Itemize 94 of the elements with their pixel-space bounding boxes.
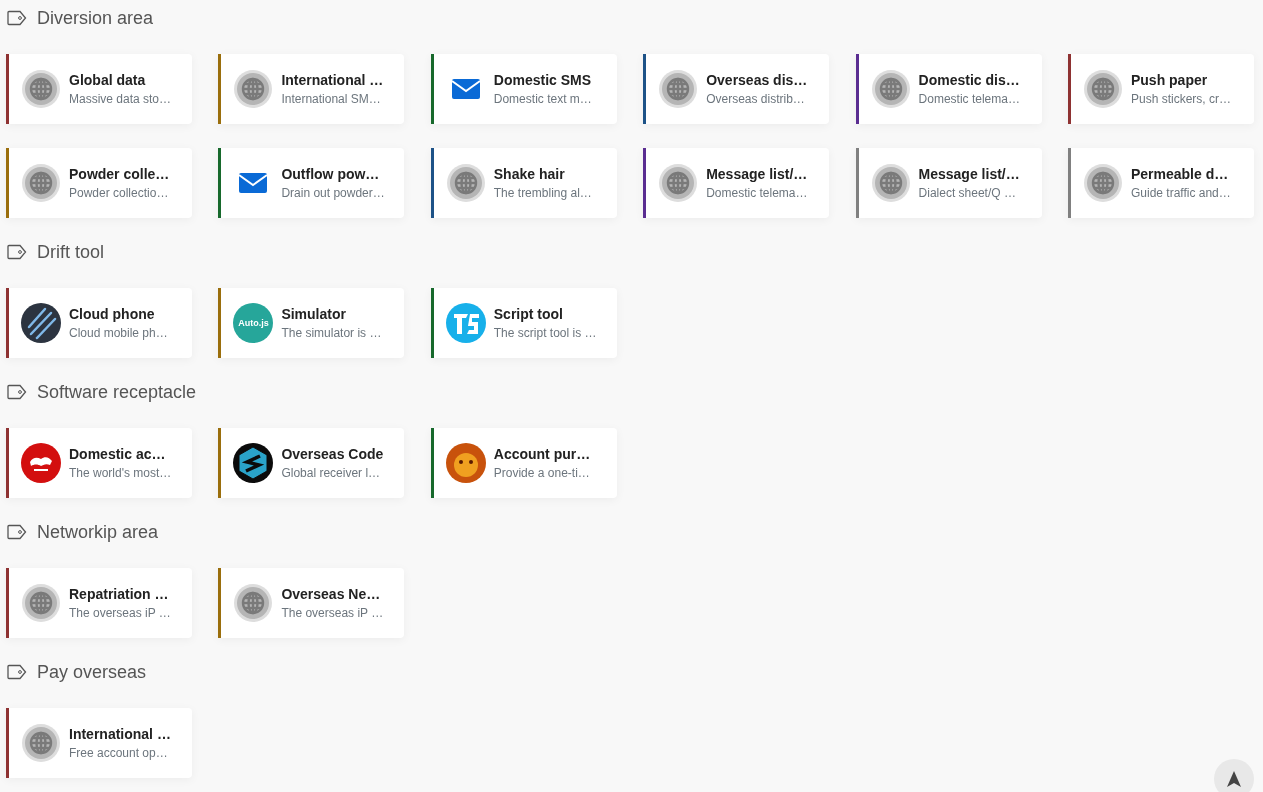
service-card[interactable]: Message list/… Domestic telema… [643,148,830,218]
globe-icon [21,583,61,623]
service-card[interactable]: Domestic dis… Domestic telema… [855,54,1042,124]
globe-icon [658,163,699,203]
card-description: The script tool is … [493,326,597,340]
service-card[interactable]: Script tool The script tool is … [430,288,617,358]
card-title: Message list/… [706,166,808,182]
globe-icon [870,69,911,109]
hexagon-logo-icon [233,443,274,483]
service-card[interactable]: Global data Massive data sto… [6,54,192,124]
card-description: Domestic telema… [706,186,808,200]
tag-icon [7,524,27,540]
tag-icon [7,10,27,26]
card-title: Overseas dis… [706,72,808,88]
card-title: Outflow pow… [281,166,381,182]
globe-icon [1082,163,1123,203]
card-description: Dialect sheet/Q … [918,186,1017,200]
service-card[interactable]: Outflow pow… Drain out powder… [218,148,405,218]
card-description: Powder collectio… [69,186,170,200]
section-title: Diversion area [37,7,154,29]
card-title: Repatriation … [69,586,170,602]
service-card[interactable]: Permeable d… Guide traffic and… [1067,148,1254,218]
card-title: Domestic dis… [918,72,1020,88]
service-card[interactable]: Cloud phone Cloud mobile ph… [6,288,192,358]
card-description: Provide a one-ti… [493,466,591,480]
section-title: Networkip area [37,521,159,543]
tiger-logo-icon [21,443,61,483]
card-title: Domestic ac… [69,446,167,462]
service-card[interactable]: Account pur… Provide a one-ti… [430,428,617,498]
card-description: Guide traffic and… [1130,186,1231,200]
card-description: Massive data sto… [69,92,172,106]
card-title: Permeable d… [1130,166,1230,182]
service-card[interactable]: Powder colle… Powder collectio… [6,148,192,218]
card-description: Global receiver l… [281,466,382,480]
service-card[interactable]: Overseas dis… Overseas distrib… [643,54,830,124]
tag-icon [7,384,27,400]
card-title: International … [69,726,171,742]
card-title: Script tool [493,306,564,322]
section-title: Drift tool [37,241,105,263]
card-description: The overseas iP … [281,606,384,620]
globe-icon [233,69,274,109]
app-logo-icon: Auto.js [233,303,274,343]
service-card[interactable]: Push paper Push stickers, cr… [1067,54,1254,124]
globe-icon [1082,69,1123,109]
service-card[interactable]: Overseas Code Global receiver l… [218,428,405,498]
ts-logo-icon [445,303,486,343]
card-description: The world's most… [69,466,172,480]
card-title: Account pur… [493,446,591,462]
card-description: International SM… [281,92,382,106]
card-title: Simulator [281,306,347,322]
card-title: Powder colle… [69,166,170,182]
globe-icon [445,163,486,203]
card-title: Overseas Ne… [281,586,382,602]
card-description: Overseas distrib… [706,92,806,106]
tag-icon [7,244,27,260]
service-card[interactable]: International … International SM… [218,54,405,124]
card-title: Overseas Code [281,446,384,462]
card-title: Message list/… [918,166,1020,182]
globe-icon [233,583,274,623]
arrow-up-icon [1227,771,1241,787]
card-description: Domestic text m… [493,92,592,106]
globe-icon [21,723,61,763]
card-description: Drain out powder… [281,186,385,200]
card-description: Domestic telema… [918,92,1020,106]
card-title: Push paper [1130,72,1209,88]
service-card[interactable]: Shake hair The trembling al… [430,148,617,218]
service-card[interactable]: Auto.js Simulator The simulator is … [218,288,405,358]
card-description: Push stickers, cr… [1130,92,1231,106]
card-description: The trembling al… [493,186,592,200]
service-card[interactable]: Overseas Ne… The overseas iP … [218,568,405,638]
back-to-top-button[interactable] [1214,759,1254,792]
photo-placeholder [445,443,486,483]
section-title: Software receptacle [37,381,197,403]
globe-icon [658,69,699,109]
service-card[interactable]: International … Free account op… [6,708,192,778]
card-description: The overseas iP … [69,606,171,620]
tag-icon [7,664,27,680]
card-title: Global data [69,72,147,88]
section-title: Pay overseas [37,661,147,683]
card-title: Cloud phone [69,306,156,322]
globe-icon [870,163,911,203]
globe-icon [21,69,61,109]
claw-marks-icon [21,303,61,343]
card-description: Free account op… [69,746,169,760]
card-description: Cloud mobile ph… [69,326,168,340]
service-card[interactable]: Repatriation … The overseas iP … [6,568,192,638]
service-card[interactable]: Message list/… Dialect sheet/Q … [855,148,1042,218]
card-title: Domestic SMS [493,72,592,88]
globe-icon [21,163,61,203]
service-card[interactable]: Domestic SMS Domestic text m… [430,54,617,124]
service-card[interactable]: Domestic ac… The world's most… [6,428,192,498]
card-title: Shake hair [493,166,566,182]
card-title: International … [281,72,384,88]
card-description: The simulator is … [281,326,382,340]
